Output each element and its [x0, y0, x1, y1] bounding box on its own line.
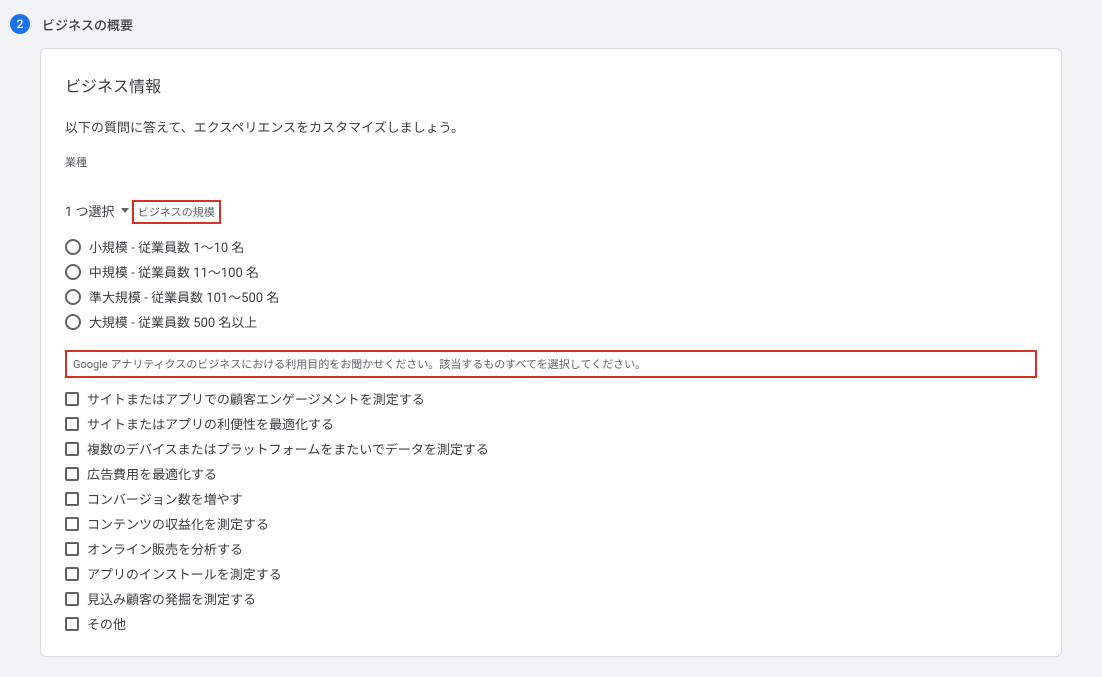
- checkbox-icon: [65, 567, 79, 581]
- checkbox-icon: [65, 592, 79, 606]
- chevron-down-icon: [121, 208, 129, 213]
- purpose-highlight: Google アナリティクスのビジネスにおける利用目的をお聞かせください。該当す…: [65, 350, 1037, 378]
- size-option-label: 準大規模 - 従業員数 101～500 名: [89, 287, 279, 306]
- checkbox-icon: [65, 517, 79, 531]
- business-info-card: ビジネス情報 以下の質問に答えて、エクスペリエンスをカスタマイズしましょう。 業…: [40, 48, 1062, 657]
- card-description: 以下の質問に答えて、エクスペリエンスをカスタマイズしましょう。: [65, 117, 1037, 136]
- checkbox-icon: [65, 467, 79, 481]
- purpose-option-label: 複数のデバイスまたはプラットフォームをまたいでデータを測定する: [87, 439, 489, 458]
- purpose-option-label: コンテンツの収益化を測定する: [87, 514, 269, 533]
- radio-icon: [65, 239, 81, 255]
- purpose-option-other[interactable]: その他: [65, 611, 1037, 636]
- purpose-option-label: オンライン販売を分析する: [87, 539, 243, 558]
- purpose-label: Google アナリティクスのビジネスにおける利用目的をお聞かせください。該当す…: [73, 358, 646, 371]
- radio-icon: [65, 264, 81, 280]
- step-title: ビジネスの概要: [42, 15, 133, 34]
- purpose-option-label: アプリのインストールを測定する: [87, 564, 282, 583]
- purpose-option-label: サイトまたはアプリでの顧客エンゲージメントを測定する: [87, 389, 425, 408]
- checkbox-icon: [65, 617, 79, 631]
- purpose-option-engagement[interactable]: サイトまたはアプリでの顧客エンゲージメントを測定する: [65, 386, 1037, 411]
- purpose-option-label: コンバージョン数を増やす: [87, 489, 243, 508]
- business-size-radio-group: 小規模 - 従業員数 1～10 名 中規模 - 従業員数 11～100 名 準大…: [65, 234, 1037, 334]
- card-title: ビジネス情報: [65, 73, 1037, 97]
- purpose-option-label: その他: [87, 614, 126, 633]
- industry-select[interactable]: 1 つ選択: [65, 201, 129, 220]
- size-option-label: 大規模 - 従業員数 500 名以上: [89, 312, 257, 331]
- business-size-label: ビジネスの規模: [138, 206, 215, 219]
- step-header: 2 ビジネスの概要: [0, 0, 1102, 48]
- purpose-option-monetization[interactable]: コンテンツの収益化を測定する: [65, 511, 1037, 536]
- industry-selected-value: 1 つ選択: [65, 201, 115, 220]
- radio-icon: [65, 289, 81, 305]
- purpose-option-ad-spend[interactable]: 広告費用を最適化する: [65, 461, 1037, 486]
- purpose-option-label: 広告費用を最適化する: [87, 464, 217, 483]
- size-option-label: 小規模 - 従業員数 1～10 名: [89, 237, 244, 256]
- step-badge: 2: [10, 14, 30, 34]
- checkbox-icon: [65, 442, 79, 456]
- checkbox-icon: [65, 417, 79, 431]
- size-option-label: 中規模 - 従業員数 11～100 名: [89, 262, 259, 281]
- size-option-xlarge[interactable]: 大規模 - 従業員数 500 名以上: [65, 309, 1037, 334]
- checkbox-icon: [65, 392, 79, 406]
- purpose-checkbox-group: サイトまたはアプリでの顧客エンゲージメントを測定する サイトまたはアプリの利便性…: [65, 386, 1037, 636]
- purpose-option-app-installs[interactable]: アプリのインストールを測定する: [65, 561, 1037, 586]
- purpose-option-label: サイトまたはアプリの利便性を最適化する: [87, 414, 334, 433]
- radio-icon: [65, 314, 81, 330]
- purpose-option-label: 見込み顧客の発掘を測定する: [87, 589, 256, 608]
- size-option-small[interactable]: 小規模 - 従業員数 1～10 名: [65, 234, 1037, 259]
- purpose-option-cross-device[interactable]: 複数のデバイスまたはプラットフォームをまたいでデータを測定する: [65, 436, 1037, 461]
- purpose-option-conversions[interactable]: コンバージョン数を増やす: [65, 486, 1037, 511]
- business-size-highlight: ビジネスの規模: [132, 200, 221, 224]
- purpose-option-leads[interactable]: 見込み顧客の発掘を測定する: [65, 586, 1037, 611]
- size-option-large[interactable]: 準大規模 - 従業員数 101～500 名: [65, 284, 1037, 309]
- industry-label: 業種: [65, 154, 1037, 170]
- purpose-option-usability[interactable]: サイトまたはアプリの利便性を最適化する: [65, 411, 1037, 436]
- checkbox-icon: [65, 542, 79, 556]
- checkbox-icon: [65, 492, 79, 506]
- purpose-option-online-sales[interactable]: オンライン販売を分析する: [65, 536, 1037, 561]
- size-option-medium[interactable]: 中規模 - 従業員数 11～100 名: [65, 259, 1037, 284]
